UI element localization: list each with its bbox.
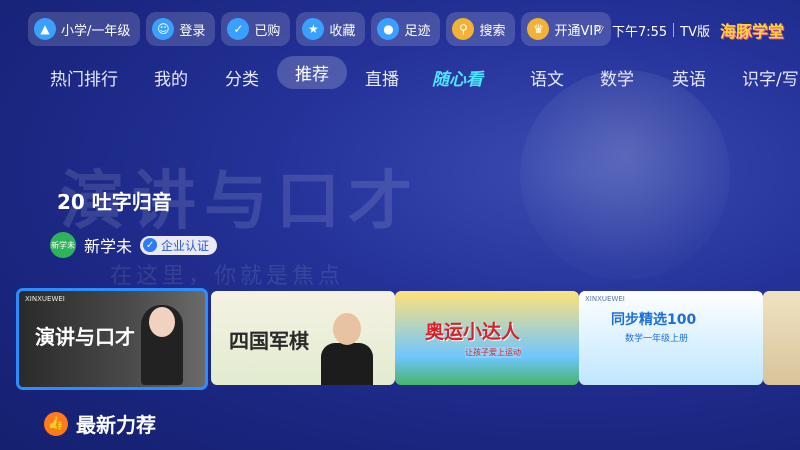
wifi-icon: ⌔ bbox=[593, 23, 606, 38]
favorite-button[interactable]: ★ 收藏 bbox=[296, 12, 366, 46]
section-title: 最新力荐 bbox=[76, 413, 156, 437]
card-title: 奥运小达人 bbox=[425, 321, 521, 343]
status-bar: ⌔ 下午7:55 TV版 海豚学堂 bbox=[594, 18, 784, 42]
grade-icon: ▲ bbox=[34, 18, 56, 40]
favorite-label: 收藏 bbox=[329, 23, 356, 39]
teacher-figure bbox=[321, 343, 373, 385]
course-card-olympics[interactable]: 奥运小达人 让孩子爱上运动 bbox=[395, 291, 579, 385]
card-title: 同步精选100 bbox=[611, 312, 697, 328]
hero-presenter-image bbox=[520, 70, 730, 280]
check-icon: ✓ bbox=[143, 238, 158, 252]
course-card-speech[interactable]: XINXUEWEI 演讲与口才 bbox=[16, 288, 208, 390]
divider bbox=[673, 23, 675, 37]
history-icon: ● bbox=[377, 18, 400, 40]
purchased-icon: ✓ bbox=[227, 18, 250, 40]
grade-selector-button[interactable]: ▲ 小学/一年级 bbox=[28, 12, 141, 46]
search-label: 搜索 bbox=[479, 23, 506, 39]
section-header: 👍 最新力荐 bbox=[44, 409, 156, 438]
history-label: 足迹 bbox=[404, 23, 431, 39]
author-avatar: 新学未 bbox=[50, 232, 76, 258]
login-label: 登录 bbox=[179, 23, 206, 39]
badge-label: 企业认证 bbox=[161, 238, 210, 253]
tab-literacy[interactable]: 识字/写 bbox=[742, 65, 799, 90]
card-tag: XINXUEWEI bbox=[25, 295, 65, 303]
presenter-face bbox=[149, 307, 175, 337]
tab-hot-ranking[interactable]: 热门排行 bbox=[50, 65, 118, 90]
login-icon: ☺ bbox=[152, 18, 175, 40]
purchased-button[interactable]: ✓ 已购 bbox=[221, 12, 291, 46]
hero-title: 20 吐字归音 bbox=[57, 190, 172, 214]
search-button[interactable]: ⚲ 搜索 bbox=[446, 12, 516, 46]
tab-category[interactable]: 分类 bbox=[225, 65, 259, 90]
tab-casual-watch[interactable]: 随心看 bbox=[432, 65, 483, 90]
card-title: 四国军棋 bbox=[229, 329, 309, 353]
card-title: 演讲与口才 bbox=[35, 325, 135, 349]
purchased-label: 已购 bbox=[254, 23, 281, 39]
version-label: TV版 bbox=[680, 24, 710, 40]
course-card-chess[interactable]: 四国军棋 bbox=[211, 291, 395, 385]
history-button[interactable]: ● 足迹 bbox=[371, 12, 441, 46]
tab-english[interactable]: 英语 bbox=[672, 65, 706, 90]
card-subtitle: 让孩子爱上运动 bbox=[465, 347, 521, 358]
thumbs-up-icon: 👍 bbox=[44, 411, 68, 436]
tab-recommend[interactable]: 推荐 bbox=[277, 56, 347, 89]
top-toolbar: ▲ 小学/一年级 ☺ 登录 ✓ 已购 ★ 收藏 ● 足迹 ⚲ 搜索 ♛ 开通VI… bbox=[28, 12, 612, 46]
tab-mine[interactable]: 我的 bbox=[154, 65, 188, 90]
category-nav: 热门排行 我的 分类 推荐 直播 随心看 语文 数学 英语 识字/写 bbox=[0, 56, 800, 94]
search-icon: ⚲ bbox=[452, 18, 475, 40]
hero-background-subtitle: 在这里，你就是焦点 bbox=[110, 264, 345, 289]
course-carousel: XINXUEWEI 演讲与口才 四国军棋 奥运小达人 让孩子爱上运动 XINXU… bbox=[16, 288, 800, 392]
login-button[interactable]: ☺ 登录 bbox=[146, 12, 216, 46]
verified-badge: ✓ 企业认证 bbox=[140, 235, 218, 255]
vip-icon: ♛ bbox=[527, 18, 550, 40]
tab-chinese[interactable]: 语文 bbox=[530, 65, 564, 90]
course-card-math[interactable]: XINXUEWEI 同步精选100 数学一年级上册 bbox=[579, 291, 763, 385]
author-info: 新学未 新学未 ✓ 企业认证 bbox=[50, 232, 218, 258]
author-name: 新学未 bbox=[84, 237, 133, 256]
clock: 下午7:55 bbox=[611, 24, 668, 40]
teacher-face bbox=[333, 313, 361, 345]
favorite-icon: ★ bbox=[302, 18, 325, 40]
brand-logo: 海豚学堂 bbox=[719, 22, 784, 41]
tab-math[interactable]: 数学 bbox=[600, 65, 634, 90]
card-tag: XINXUEWEI bbox=[585, 295, 625, 303]
tab-live[interactable]: 直播 bbox=[365, 65, 399, 90]
course-card-partial[interactable] bbox=[763, 291, 800, 385]
grade-label: 小学/一年级 bbox=[61, 23, 131, 39]
card-subtitle: 数学一年级上册 bbox=[625, 334, 689, 344]
